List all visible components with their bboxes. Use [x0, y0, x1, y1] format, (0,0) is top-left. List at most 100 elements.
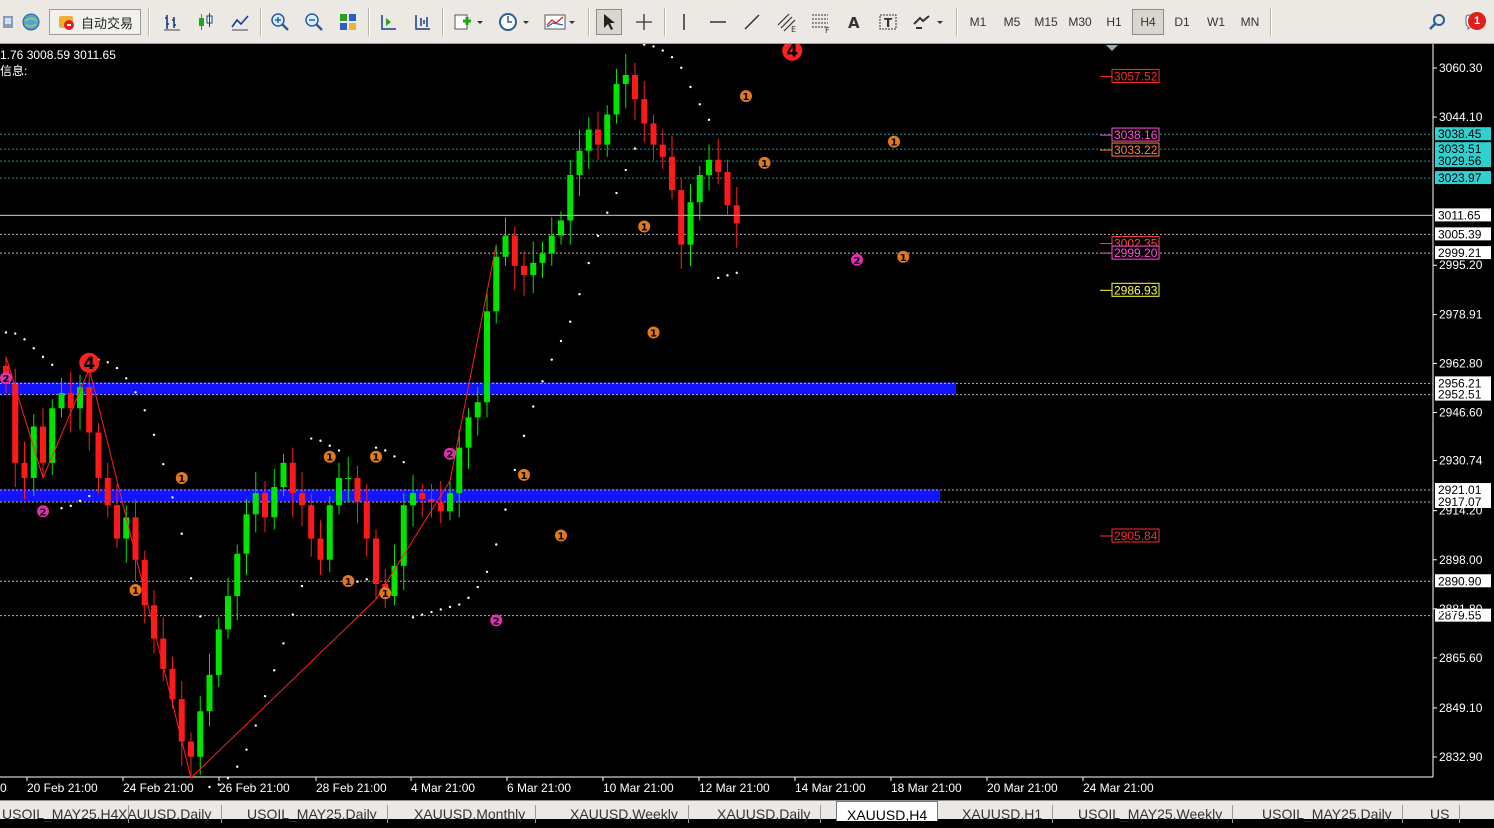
connection-icon[interactable] — [0, 9, 16, 35]
zoom-in-icon[interactable] — [266, 9, 294, 35]
wave-label: 1 — [521, 471, 528, 482]
candle-body — [419, 493, 426, 500]
time-axis-label: 28 Feb 21:00 — [316, 781, 387, 795]
arrows-dropdown[interactable] — [908, 9, 948, 35]
candle-body — [696, 174, 703, 203]
parabolic-sar-dot — [735, 271, 738, 275]
text-tool-icon[interactable]: A — [840, 9, 868, 35]
wave-label: 1 — [650, 329, 657, 340]
price-chart[interactable]: 3038.453033.513029.563023.973011.653005.… — [0, 44, 1494, 800]
globe-icon[interactable] — [19, 9, 43, 35]
candle-body — [530, 262, 537, 275]
parabolic-sar-dot — [254, 724, 257, 727]
parabolic-sar-dot — [115, 366, 119, 370]
parabolic-sar-dot — [726, 274, 729, 277]
periodicity-dropdown[interactable] — [494, 9, 534, 35]
parabolic-sar-dot — [319, 439, 322, 442]
vertical-line-icon[interactable] — [670, 9, 698, 35]
wave-label: 2 — [3, 374, 10, 385]
price-axis-tick-label: 2914.20 — [1439, 504, 1483, 518]
tab-usoil-may25-daily[interactable]: USOIL_MAY25,Daily — [237, 805, 388, 823]
parabolic-sar-dot — [606, 211, 609, 214]
parabolic-sar-dot — [458, 603, 461, 606]
parabolic-sar-dot — [134, 391, 137, 394]
parabolic-sar-dot — [550, 358, 553, 361]
parabolic-sar-dot — [291, 613, 294, 616]
candle-body — [641, 99, 648, 124]
candle-body — [484, 311, 490, 403]
candle-body — [733, 205, 740, 224]
wave-label: 4 — [786, 44, 798, 62]
candle-body — [548, 235, 555, 254]
candle-body — [502, 235, 509, 257]
tab-xauusd-h1[interactable]: XAUUSD,H1 — [952, 805, 1054, 823]
candle-body — [576, 150, 583, 175]
info-label: 信息: — [0, 64, 28, 78]
price-axis-tick-label: 2865.60 — [1439, 651, 1483, 665]
parabolic-sar-dot — [78, 499, 82, 503]
parabolic-sar-dot — [4, 331, 8, 334]
candle-body — [456, 447, 463, 494]
period-m1[interactable]: M1 — [962, 9, 994, 35]
indicators-dropdown[interactable] — [448, 9, 488, 35]
tab-usoil-may25-daily-2[interactable]: USOIL_MAY25,Daily — [1252, 805, 1403, 823]
parabolic-sar-dot — [162, 462, 165, 466]
wave-label: 1 — [743, 92, 750, 103]
candle-body — [289, 462, 296, 494]
auto-trading-button[interactable]: 自动交易 — [49, 9, 141, 35]
tab-xauusd-daily-2[interactable]: XAUUSD,Daily — [707, 805, 822, 823]
period-h4[interactable]: H4 — [1132, 9, 1164, 35]
auto-trading-icon — [58, 16, 74, 30]
candlestick-icon[interactable] — [192, 9, 220, 35]
time-axis-label: 18 Mar 21:00 — [891, 781, 962, 795]
candle-body — [613, 84, 620, 115]
notification-badge[interactable]: 1 — [1468, 12, 1486, 30]
horizontal-line-icon[interactable] — [704, 9, 732, 35]
tab-xauusd-daily[interactable]: XAUUSD,Daily — [108, 805, 223, 823]
candle-body — [650, 123, 657, 145]
templates-dropdown[interactable] — [540, 9, 580, 35]
period-d1[interactable]: D1 — [1166, 9, 1198, 35]
candle-body — [428, 499, 435, 503]
period-m30[interactable]: M30 — [1064, 9, 1096, 35]
tab-xauusd-h4[interactable]: XAUUSD,H4 — [836, 801, 939, 823]
trendline-icon[interactable] — [738, 9, 766, 35]
parabolic-sar-dot — [365, 578, 368, 581]
parabolic-sar-dot — [467, 596, 470, 600]
level-tag-label: 3033.22 — [1114, 143, 1158, 157]
parabolic-sar-dot — [125, 377, 128, 380]
time-axis-label: 20 Mar 21:00 — [987, 781, 1058, 795]
candle-body — [410, 493, 416, 506]
tab-xauusd-monthly[interactable]: XAUUSD,Monthly — [404, 805, 537, 823]
period-mn[interactable]: MN — [1234, 9, 1266, 35]
period-m5[interactable]: M5 — [996, 9, 1028, 35]
tab-usoil-may25-weekly[interactable]: USOIL_MAY25,Weekly — [1068, 805, 1234, 823]
tab-xauusd-weekly[interactable]: XAUUSD,Weekly — [560, 805, 689, 823]
crosshair-icon[interactable] — [630, 9, 658, 35]
tile-windows-icon[interactable] — [334, 9, 362, 35]
chart-shift-icon[interactable] — [374, 9, 402, 35]
channel-icon[interactable]: E — [772, 9, 800, 35]
candle-body — [437, 502, 444, 512]
candle-body — [299, 493, 305, 506]
price-axis-tick-label: 2849.10 — [1439, 701, 1483, 715]
price-axis-label: 3005.39 — [1438, 227, 1482, 241]
autoscroll-icon[interactable] — [408, 9, 436, 35]
period-h1[interactable]: H1 — [1098, 9, 1130, 35]
fibonacci-icon[interactable]: F — [806, 9, 834, 35]
zoom-out-icon[interactable] — [300, 9, 328, 35]
period-m15[interactable]: M15 — [1030, 9, 1062, 35]
candle-body — [336, 477, 342, 506]
text-label-icon[interactable]: T — [874, 9, 902, 35]
price-axis-tick-label: 3044.10 — [1439, 110, 1483, 124]
line-chart-icon[interactable] — [226, 9, 254, 35]
parabolic-sar-dot — [180, 532, 183, 535]
period-w1[interactable]: W1 — [1200, 9, 1232, 35]
parabolic-sar-dot — [310, 437, 313, 440]
bar-chart-icon[interactable] — [158, 9, 186, 35]
search-icon[interactable] — [1424, 9, 1450, 35]
cursor-tool-icon[interactable] — [596, 9, 622, 35]
tab-us[interactable]: US — [1420, 805, 1461, 823]
candle-body — [104, 477, 111, 506]
wave-label: 1 — [900, 253, 907, 264]
